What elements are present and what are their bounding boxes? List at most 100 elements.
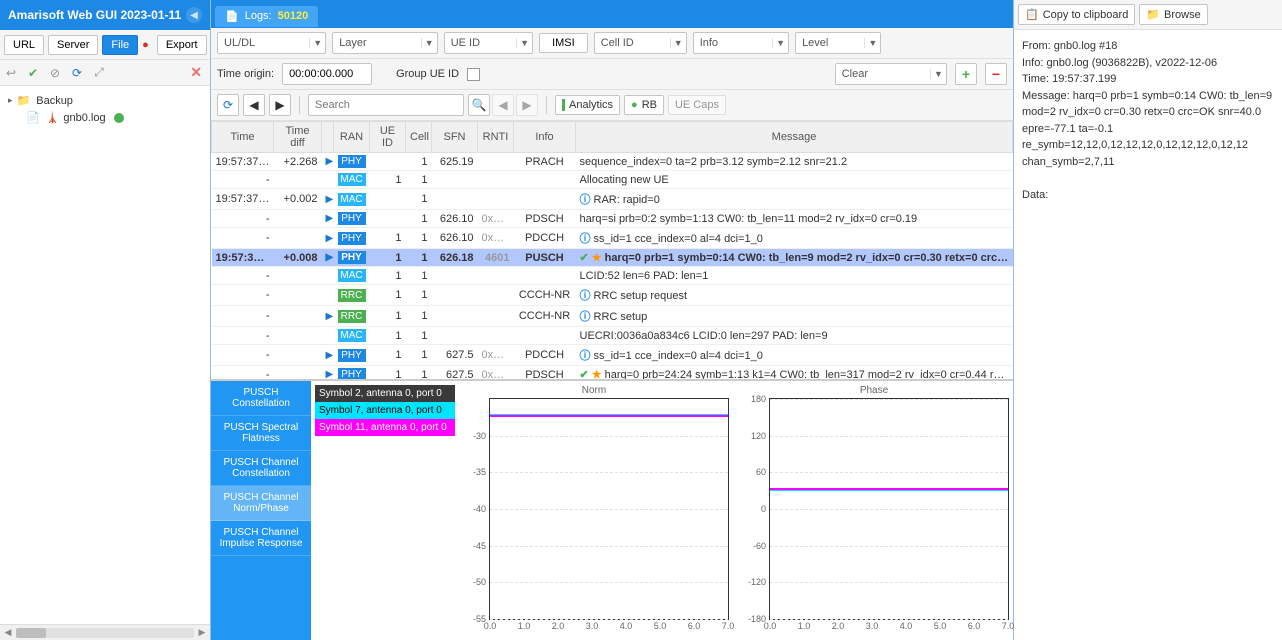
filter-bar: UL/DL▼ Layer▼ UE ID▼ IMSI Cell ID▼ Info▼… xyxy=(211,28,1013,59)
table-row[interactable]: 19:57:37.199+0.008▶PHY11626.184601PUSCH✔… xyxy=(212,249,1013,267)
remove-button[interactable]: − xyxy=(985,63,1007,85)
signal-icon: 🗼 xyxy=(46,111,60,124)
scroll-left-icon[interactable]: ◀ xyxy=(0,627,16,638)
filter-layer[interactable]: Layer▼ xyxy=(332,32,438,54)
tab-pusch-impulse[interactable]: PUSCH Channel Impulse Response xyxy=(211,521,311,556)
nav-forward-button[interactable]: ▶ xyxy=(269,94,291,116)
browse-button[interactable]: 📁Browse xyxy=(1139,4,1207,25)
rb-button[interactable]: RB xyxy=(624,95,664,115)
table-row[interactable]: 19:57:37.191+0.002▶MAC1ⓘRAR: rapid=0 xyxy=(212,189,1013,210)
detail-from: gnb0.log #18 xyxy=(1054,40,1118,52)
filter-uldl[interactable]: UL/DL▼ xyxy=(217,32,326,54)
scroll-right-icon[interactable]: ▶ xyxy=(194,627,210,638)
info-icon: ⓘ xyxy=(580,350,591,362)
tree-file-label: gnb0.log xyxy=(63,112,105,124)
search-binoculars-icon[interactable]: 🔍 xyxy=(468,94,490,116)
tab-pusch-norm-phase[interactable]: PUSCH Channel Norm/Phase xyxy=(211,486,311,521)
alert-icon[interactable]: ● xyxy=(142,37,149,53)
col-rnti[interactable]: RNTI xyxy=(478,122,514,153)
ok-icon: ✔ xyxy=(580,369,589,380)
refresh-icon[interactable]: ⟳ xyxy=(70,66,84,80)
stop-icon[interactable]: ⊘ xyxy=(48,66,62,80)
table-row[interactable]: -MAC11Allocating new UE xyxy=(212,171,1013,189)
refresh-button[interactable]: ⟳ xyxy=(217,94,239,116)
app-title: Amarisoft Web GUI 2023-01-11 xyxy=(8,8,181,22)
check-icon[interactable]: ✔ xyxy=(26,66,40,80)
legend-item-2[interactable]: Symbol 11, antenna 0, port 0 xyxy=(315,419,455,436)
col-message[interactable]: Message xyxy=(576,122,1013,153)
col-timediff[interactable]: Time diff xyxy=(274,122,322,153)
tab-logs[interactable]: Logs: 50120 xyxy=(215,6,318,27)
chevron-down-icon[interactable]: ▼ xyxy=(930,69,946,79)
expand-icon[interactable]: ⤢ xyxy=(92,66,106,80)
table-row[interactable]: -▶PHY11626.100x10dPDCCHⓘss_id=1 cce_inde… xyxy=(212,228,1013,249)
status-dot-icon xyxy=(114,113,124,123)
search-prev-button[interactable]: ◀ xyxy=(492,94,514,116)
table-row[interactable]: -▶PHY11627.50x4601PDSCH✔★harq=0 prb=24:2… xyxy=(212,366,1013,381)
legend-item-1[interactable]: Symbol 7, antenna 0, port 0 xyxy=(315,402,455,419)
chevron-down-icon[interactable]: ▼ xyxy=(421,38,437,48)
chart-norm-title: Norm xyxy=(459,385,729,396)
table-row[interactable]: -▶RRC11CCCH-NRⓘRRC setup xyxy=(212,306,1013,327)
group-ueid-checkbox[interactable] xyxy=(467,68,480,81)
col-sfn[interactable]: SFN xyxy=(432,122,478,153)
filter-level[interactable]: Level▼ xyxy=(795,32,881,54)
tab-pusch-ch-constellation[interactable]: PUSCH Channel Constellation xyxy=(211,451,311,486)
export-button[interactable]: Export xyxy=(157,35,207,55)
folder-icon xyxy=(17,94,33,107)
tree-file-gnb0[interactable]: 🗼 gnb0.log xyxy=(4,109,206,126)
table-row[interactable]: -▶PHY11627.50x4601PDCCHⓘss_id=1 cce_inde… xyxy=(212,345,1013,366)
tree-folder-backup[interactable]: ▸ Backup xyxy=(4,92,206,109)
filter-ueid[interactable]: UE ID▼ xyxy=(444,32,533,54)
table-row[interactable]: -MAC11LCID:52 len=6 PAD: len=1 xyxy=(212,267,1013,285)
bottom-panel: PUSCH Constellation PUSCH Spectral Flatn… xyxy=(211,380,1013,640)
sidebar-scrollbar[interactable]: ◀ ▶ xyxy=(0,624,210,640)
chart-tabs: PUSCH Constellation PUSCH Spectral Flatn… xyxy=(211,381,311,640)
add-button[interactable]: + xyxy=(955,63,977,85)
chevron-down-icon[interactable]: ▼ xyxy=(309,38,325,48)
filter-bar2: Time origin: Group UE ID Clear▼ + − xyxy=(211,59,1013,90)
collapse-sidebar-button[interactable]: ◀ xyxy=(186,7,202,23)
info-icon: ⓘ xyxy=(580,233,591,245)
filter-info[interactable]: Info▼ xyxy=(693,32,789,54)
col-arrow xyxy=(322,122,334,153)
server-button[interactable]: Server xyxy=(48,35,98,55)
col-ran[interactable]: RAN xyxy=(334,122,370,153)
ue-caps-button[interactable]: UE Caps xyxy=(668,95,726,115)
search-next-button[interactable]: ▶ xyxy=(516,94,538,116)
col-info[interactable]: Info xyxy=(514,122,576,153)
info-icon: ⓘ xyxy=(580,194,591,206)
imsi-button[interactable]: IMSI xyxy=(539,33,588,53)
chevron-down-icon[interactable]: ▼ xyxy=(864,38,880,48)
chart-area: Symbol 2, antenna 0, port 0 Symbol 7, an… xyxy=(311,381,1013,640)
chart-legend: Symbol 2, antenna 0, port 0 Symbol 7, an… xyxy=(315,385,455,636)
sidebar-header: Amarisoft Web GUI 2023-01-11 ◀ xyxy=(0,0,210,30)
analytics-button[interactable]: Analytics xyxy=(555,95,620,115)
undo-icon[interactable]: ↩ xyxy=(4,66,18,80)
file-icon xyxy=(26,111,42,124)
col-time[interactable]: Time xyxy=(212,122,274,153)
url-button[interactable]: URL xyxy=(4,35,44,55)
chevron-down-icon[interactable]: ▼ xyxy=(670,38,686,48)
nav-back-button[interactable]: ◀ xyxy=(243,94,265,116)
chevron-down-icon[interactable]: ▼ xyxy=(772,38,788,48)
filter-cellid[interactable]: Cell ID▼ xyxy=(594,32,687,54)
table-row[interactable]: 19:57:37.189+2.268▶PHY1625.19PRACHsequen… xyxy=(212,153,1013,171)
table-row[interactable]: -MAC11UECRI:0036a0a834c6 LCID:0 len=297 … xyxy=(212,327,1013,345)
tab-pusch-flatness[interactable]: PUSCH Spectral Flatness xyxy=(211,416,311,451)
col-cell[interactable]: Cell xyxy=(406,122,432,153)
copy-clipboard-button[interactable]: 📋Copy to clipboard xyxy=(1018,4,1135,25)
file-button[interactable]: File xyxy=(102,35,138,55)
chevron-down-icon[interactable]: ▼ xyxy=(516,38,532,48)
close-icon[interactable]: ✕ xyxy=(190,64,206,81)
col-ueid[interactable]: UE ID xyxy=(370,122,406,153)
table-row[interactable]: -▶PHY1626.100x10dPDSCHharq=si prb=0:2 sy… xyxy=(212,210,1013,228)
legend-item-0[interactable]: Symbol 2, antenna 0, port 0 xyxy=(315,385,455,402)
time-origin-input[interactable] xyxy=(282,63,372,85)
tab-pusch-constellation[interactable]: PUSCH Constellation xyxy=(211,381,311,416)
log-table[interactable]: Time Time diff RAN UE ID Cell SFN RNTI I… xyxy=(211,121,1013,380)
table-row[interactable]: -RRC11CCCH-NRⓘRRC setup request xyxy=(212,285,1013,306)
details-body: From: gnb0.log #18 Info: gnb0.log (90368… xyxy=(1014,30,1282,640)
search-input[interactable] xyxy=(308,94,464,116)
clear-combo[interactable]: Clear▼ xyxy=(835,63,947,85)
